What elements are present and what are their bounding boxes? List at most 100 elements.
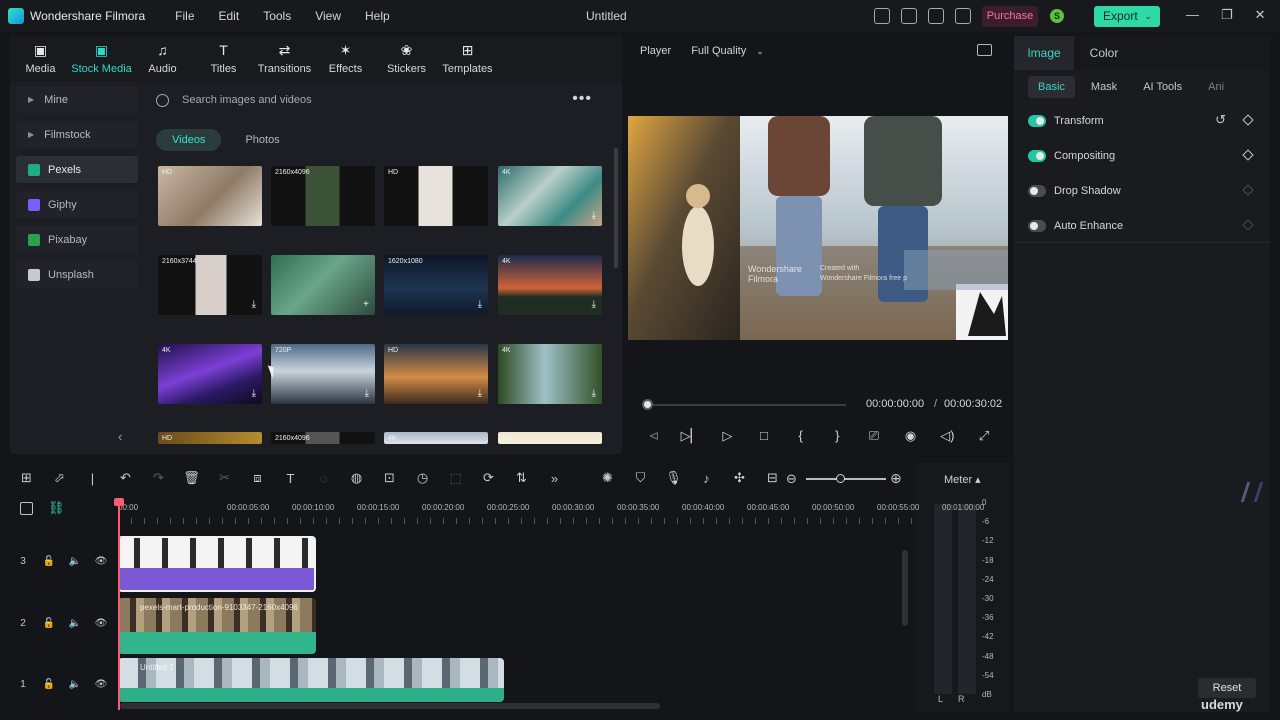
stock-thumbnail[interactable]: 4K ⤓ [158, 344, 262, 404]
collapse-sidebar-icon[interactable]: ‹ [118, 429, 122, 444]
stock-thumbnail[interactable]: HD [384, 166, 488, 226]
add-icon[interactable]: + [363, 299, 369, 310]
cut-icon[interactable]: ✂ [208, 470, 241, 486]
menu-tools[interactable]: Tools [263, 9, 291, 23]
sidebar-item-giphy[interactable]: Giphy [16, 191, 138, 218]
play-icon[interactable]: ▷ [717, 428, 737, 444]
zoom-slider-handle[interactable] [836, 474, 845, 483]
tab-photos[interactable]: Photos [229, 129, 295, 151]
more-options-icon[interactable]: ••• [572, 90, 592, 108]
restore-icon[interactable]: ❐ [1221, 7, 1233, 23]
ai-icon[interactable]: ⟳ [472, 470, 505, 486]
stock-thumbnail[interactable]: HD [498, 432, 602, 444]
time-ruler[interactable]: 00:00 00:00:05:00 00:00:10:00 00:00:15:00 00… [118, 500, 984, 524]
color-icon[interactable]: ◍ [340, 470, 373, 486]
microphone-icon[interactable]: 🎙 [657, 470, 690, 486]
reset-icon[interactable]: ↺ [1215, 112, 1226, 128]
stock-thumbnail[interactable]: 2160x4096 [271, 166, 375, 226]
duration-icon[interactable]: ◷ [406, 470, 439, 486]
sidebar-item-pixabay[interactable]: Pixabay [16, 226, 138, 253]
undo-icon[interactable]: ↶ [109, 470, 142, 486]
mute-icon[interactable]: 🔈 [68, 679, 82, 690]
reset-button[interactable]: Reset [1198, 678, 1256, 698]
tab-stock-media[interactable]: ▣ Stock Media [71, 36, 132, 82]
avatar[interactable]: S [1050, 9, 1064, 23]
stock-thumbnail[interactable]: HD [158, 166, 262, 226]
tab-titles[interactable]: T Titles [193, 36, 254, 82]
fullscreen-icon[interactable]: ⤢ [974, 428, 994, 444]
download-icon[interactable]: ⤓ [252, 388, 256, 399]
search-input[interactable]: Search images and videos [182, 94, 312, 106]
add-track-icon[interactable] [20, 502, 33, 515]
stock-thumbnail[interactable]: 4K ⤓ [498, 255, 602, 315]
drop-shadow-toggle[interactable] [1028, 185, 1046, 197]
menu-edit[interactable]: Edit [219, 9, 240, 23]
track-2-clip[interactable]: pexels-mart-production-9103347-2160x4096 [118, 598, 316, 654]
tab-basic[interactable]: Basic [1028, 76, 1075, 98]
menu-help[interactable]: Help [365, 9, 390, 23]
sidebar-item-pexels[interactable]: Pexels [16, 156, 138, 183]
video-preview[interactable]: Wondershare Filmora Created with Wonders… [628, 116, 1008, 340]
zoom-out-icon[interactable]: ⊖ [786, 471, 797, 487]
select-icon[interactable]: ⬀ [43, 470, 76, 486]
download-icon[interactable]: ⤓ [478, 388, 482, 399]
lock-icon[interactable]: 🔓 [42, 679, 56, 690]
tab-transitions[interactable]: ⇄ Transitions [254, 36, 315, 82]
zoom-in-icon[interactable]: ⊕ [890, 470, 902, 487]
playhead[interactable] [118, 500, 120, 710]
drop-shadow-row[interactable]: Drop Shadow [1028, 181, 1258, 201]
mosaic-icon[interactable]: ⊡ [373, 470, 406, 486]
tab-mask[interactable]: Mask [1081, 76, 1127, 98]
stock-thumbnail[interactable]: 4K ⤓ [498, 166, 602, 226]
stock-thumbnail[interactable]: 4K ⤓ [498, 344, 602, 404]
sidebar-item-filmstock[interactable]: ▶ Filmstock [16, 121, 138, 148]
speed-icon[interactable]: ◌ [307, 471, 340, 486]
marker-icon[interactable]: ⛉ [624, 470, 657, 486]
download-icon[interactable]: ⤓ [365, 388, 369, 399]
download-icon[interactable]: ⤓ [252, 299, 256, 310]
purchase-button[interactable]: Purchase [982, 6, 1038, 27]
track-3-clip[interactable] [118, 536, 316, 592]
export-button[interactable]: Export ⌄ [1094, 6, 1160, 27]
snapshot-compare-icon[interactable] [977, 44, 992, 56]
stock-thumbnail[interactable]: HD [158, 432, 262, 444]
text-icon[interactable]: T [274, 471, 307, 486]
lock-icon[interactable]: 🔓 [42, 556, 56, 567]
redo-icon[interactable]: ↷ [142, 470, 175, 486]
playhead-handle[interactable] [114, 498, 124, 506]
freeze-icon[interactable]: ⬚ [439, 470, 472, 486]
stock-thumbnail[interactable]: 2160x3744 ⤓ [158, 255, 262, 315]
timeline-scrubber[interactable] [646, 404, 846, 406]
layout-icon[interactable]: ⊞ [10, 470, 43, 486]
tab-color[interactable]: Color [1074, 36, 1134, 70]
scrubber-handle[interactable] [642, 399, 653, 410]
mute-icon[interactable]: 🔈 [68, 618, 82, 629]
layout-icon[interactable] [874, 8, 890, 24]
quality-select[interactable]: Full Quality ⌄ [691, 45, 764, 57]
stock-thumbnail[interactable]: + [271, 255, 375, 315]
download-icon[interactable]: ⤓ [592, 299, 596, 310]
stock-thumbnail[interactable]: 4K [384, 432, 488, 444]
tab-effects[interactable]: ✶ Effects [315, 36, 376, 82]
tab-animation[interactable]: Ani [1198, 76, 1234, 98]
mute-icon[interactable]: 🔈 [68, 556, 82, 567]
stock-thumbnail[interactable]: 2160x4096 [271, 432, 375, 444]
delete-icon[interactable]: 🗑 [175, 470, 208, 486]
transform-row[interactable]: Transform ↺ [1028, 111, 1258, 131]
auto-enhance-toggle[interactable] [1028, 220, 1046, 232]
stock-thumbnail[interactable]: HD ⤓ [384, 344, 488, 404]
eye-icon[interactable]: 👁 [94, 556, 108, 567]
snapshot-icon[interactable]: ◉ [901, 428, 921, 444]
grid-icon[interactable] [955, 8, 971, 24]
menu-file[interactable]: File [175, 9, 194, 23]
stop-icon[interactable]: □ [754, 428, 774, 444]
track-1-clip[interactable]: Untitled 1 [118, 658, 504, 702]
render-icon[interactable]: ✺ [591, 470, 624, 486]
eye-icon[interactable]: 👁 [94, 679, 108, 690]
download-icon[interactable]: ⤓ [592, 388, 596, 399]
link-icon[interactable]: ⛓ [48, 500, 65, 516]
lock-icon[interactable]: 🔓 [42, 618, 56, 629]
sidebar-item-unsplash[interactable]: Unsplash [16, 261, 138, 288]
step-play-icon[interactable]: ▷▏ [681, 428, 701, 444]
keyframe-icon[interactable] [1242, 149, 1254, 161]
